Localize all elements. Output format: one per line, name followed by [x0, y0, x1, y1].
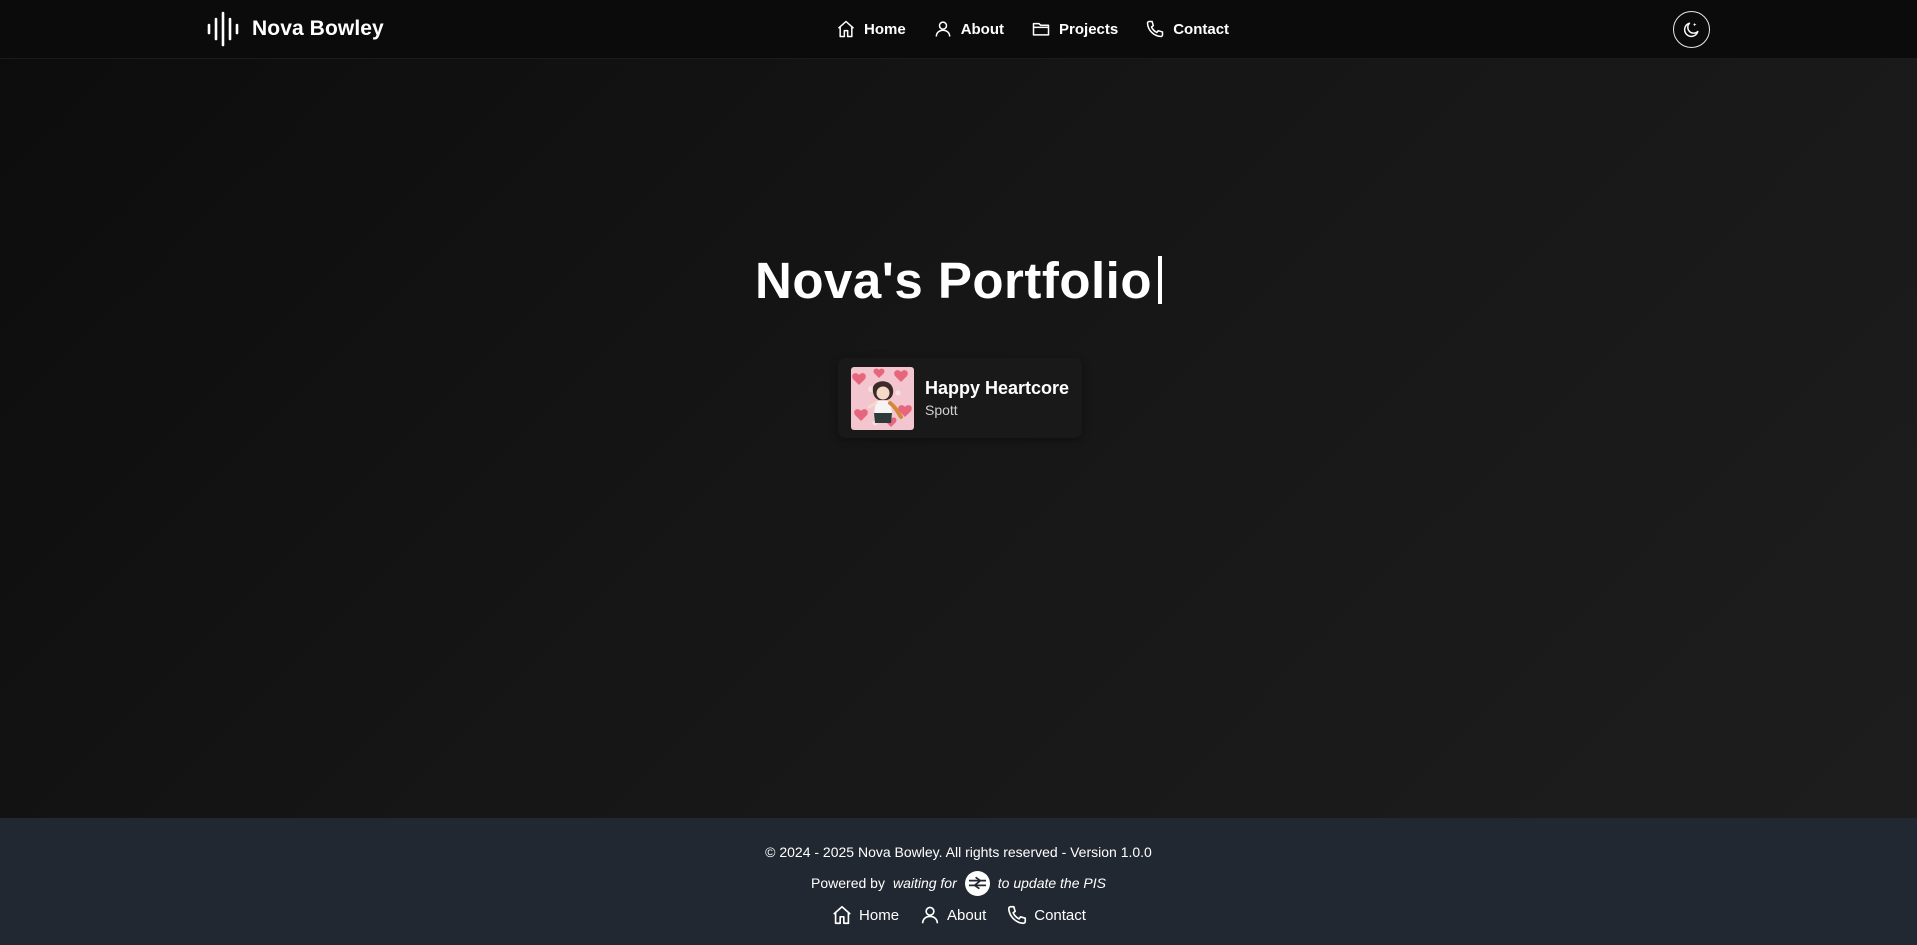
user-icon — [935, 21, 951, 37]
hero-title-text: Nova's Portfolio — [755, 252, 1152, 309]
user-icon — [921, 906, 939, 924]
album-cover-art — [851, 366, 914, 430]
nav-item-projects[interactable]: Projects — [1031, 19, 1118, 39]
nav-item-about[interactable]: About — [933, 19, 1004, 39]
footer-link-label: Contact — [1034, 906, 1086, 924]
powered-by-text: waiting for — [892, 875, 957, 891]
footer-link-contact[interactable]: Contact — [1006, 904, 1086, 926]
brand-link[interactable]: Nova Bowley — [206, 11, 384, 47]
phone-icon — [1008, 905, 1027, 925]
footer-nav: Home About Contact — [0, 902, 1917, 928]
track-title: Happy Heartcore — [925, 378, 1070, 398]
powered-by-text-2: to update the PIS — [997, 875, 1106, 891]
footer-link-label: About — [947, 906, 987, 924]
nav-item-home[interactable]: Home — [836, 19, 906, 39]
nav-item-contact[interactable]: Contact — [1145, 19, 1229, 39]
national-rail-symbol — [968, 876, 986, 890]
home-icon — [838, 20, 854, 38]
track-info: Happy Heartcore Spott — [925, 378, 1069, 418]
home-icon — [833, 905, 851, 925]
now-playing-card[interactable]: Happy Heartcore Spott — [838, 358, 1082, 438]
top-navbar: Nova Bowley Home About Projects Contact — [0, 0, 1917, 59]
phone-icon — [1146, 20, 1164, 38]
footer: © 2024 - 2025 Nova Bowley. All rights re… — [0, 818, 1917, 945]
powered-by: Powered by waiting for to update the PIS — [0, 870, 1917, 896]
typing-cursor — [1158, 256, 1162, 304]
track-artist: Spott — [925, 402, 958, 418]
footer-link-home[interactable]: Home — [831, 904, 899, 926]
copyright-text: © 2024 - 2025 Nova Bowley. All rights re… — [765, 844, 1152, 860]
powered-by-lead: Powered by — [811, 875, 885, 891]
soundwave-icon — [207, 11, 239, 47]
national-rail-icon — [964, 870, 990, 896]
nav-item-label: Home — [864, 20, 906, 38]
folder-icon — [1032, 22, 1050, 36]
nav-item-label: About — [960, 20, 1005, 38]
theme-toggle-button[interactable] — [1673, 11, 1710, 48]
footer-link-about[interactable]: About — [919, 904, 986, 926]
nav-item-label: Projects — [1059, 20, 1119, 38]
main-nav: Home About Projects Contact — [836, 16, 1229, 42]
nav-item-label: Contact — [1173, 20, 1230, 38]
moon-icon — [1683, 22, 1699, 38]
album-cover-image — [851, 366, 914, 430]
brand-name: Nova Bowley — [252, 17, 384, 40]
footer-link-label: Home — [859, 906, 900, 924]
hero-title: Nova's Portfolio — [0, 248, 1917, 314]
